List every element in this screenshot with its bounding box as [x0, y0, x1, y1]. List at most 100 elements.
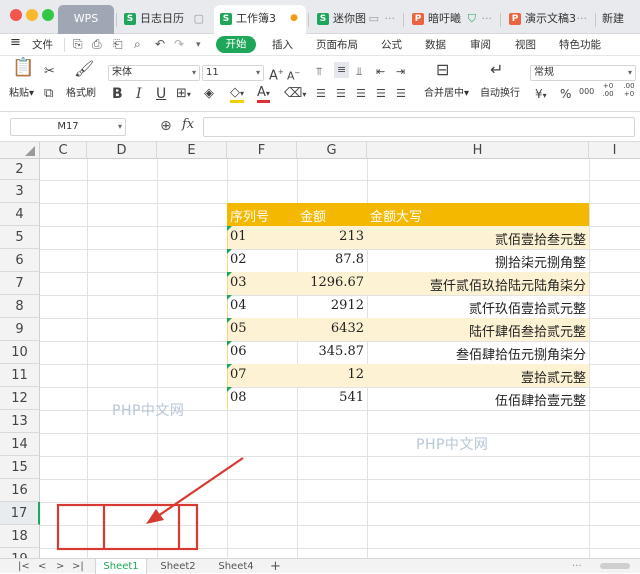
sheet-tab-sheet1[interactable]: Sheet1 [95, 559, 147, 574]
shrink-font-icon[interactable]: A− [287, 65, 300, 85]
menu-formulas[interactable]: 公式 [381, 37, 402, 53]
print-icon[interactable]: ⎗ [113, 36, 123, 52]
paste-button[interactable]: 粘贴▾ [9, 87, 34, 101]
number-format-select[interactable]: 常规 ▾ [530, 65, 636, 81]
font-color-icon[interactable]: A▾ [257, 86, 270, 103]
menu-bar: ≡ 文件 ⎘ ⎙ ⎗ ⌕ ↶ ↷ ▾ 开始 插入 页面布局 公式 数据 审阅 视… [0, 34, 640, 56]
font-name-select[interactable]: 宋体 ▾ [108, 65, 200, 81]
minimize-window-button[interactable] [26, 9, 38, 21]
menu-view[interactable]: 视图 [515, 37, 536, 53]
hamburger-menu-icon[interactable]: ≡ [10, 35, 21, 51]
cut-icon[interactable]: ✂ [44, 64, 55, 80]
wrap-text-icon[interactable]: ↵ [490, 62, 503, 78]
print-preview-icon[interactable]: ⌕ [134, 36, 141, 52]
justify-icon[interactable]: ☰ [376, 86, 386, 102]
menu-start[interactable]: 开始 [216, 36, 256, 53]
menu-file[interactable]: 文件 [32, 37, 53, 53]
menu-special[interactable]: 特色功能 [559, 37, 601, 53]
copy-icon[interactable]: ⧉ [44, 86, 53, 102]
ribbon-toolbar: 📋 粘贴▾ ✂ ⧉ 🖌 格式刷 宋体 ▾ 11 ▾ A+ A− B I U ⊞▾ ◈… [0, 56, 640, 112]
tab-label: 演示文稿3 [525, 12, 576, 25]
grow-font-icon[interactable]: A+ [269, 64, 284, 84]
tab-label: 新建 [602, 12, 624, 25]
tab-presentation3[interactable]: P 演示文稿3 ··· [503, 5, 593, 34]
percent-button[interactable]: % [560, 86, 571, 102]
annotation-arrow-shaft [157, 457, 244, 517]
decrease-decimal-button[interactable]: .00 +0 [622, 82, 636, 98]
tab-label: 迷你图 [333, 12, 366, 25]
tab-label: WPS [73, 12, 99, 25]
currency-button[interactable]: ¥▾ [535, 86, 547, 104]
paste-icon[interactable]: 📋 [12, 59, 34, 77]
increase-decimal-button[interactable]: +0 .00 [601, 82, 615, 98]
export-pdf-icon[interactable]: ⎙ [92, 36, 102, 52]
tab-workbook3[interactable]: S 工作簿3 ● [214, 5, 306, 34]
sheet-next-button[interactable]: > [56, 559, 64, 574]
underline-button[interactable]: U [156, 86, 166, 102]
function-icon[interactable]: fx [182, 117, 194, 132]
sheet-tab-sheet2[interactable]: Sheet2 [152, 559, 204, 574]
fill-color-icon[interactable]: ◇▾ [230, 86, 245, 103]
worksheet-grid: C D E F G H I 2 3 4 5 6 7 8 9 10 11 12 1… [0, 142, 640, 558]
spreadsheet-icon: S [124, 13, 136, 25]
menu-insert[interactable]: 插入 [272, 37, 293, 53]
redo-icon[interactable]: ↷ [174, 36, 184, 52]
sheet-more-icon[interactable]: ··· [572, 559, 582, 574]
tab-label: 暗吁曦 [428, 12, 461, 25]
monitor-icon: ▭ [368, 12, 379, 25]
more-icon[interactable]: ··· [482, 5, 493, 32]
clear-format-icon[interactable]: ⌫▾ [284, 86, 306, 103]
add-sheet-button[interactable]: + [270, 559, 281, 574]
horizontal-scrollbar[interactable] [600, 563, 630, 569]
tab-presentation-a[interactable]: P 暗吁曦 ⛉ ··· [406, 5, 498, 34]
format-painter-icon[interactable]: 🖌 [74, 61, 94, 77]
align-bottom-icon[interactable]: ⫫ [356, 64, 362, 80]
menu-data[interactable]: 数据 [425, 37, 446, 53]
align-center-icon[interactable]: ☰ [336, 86, 346, 102]
more-icon[interactable]: ··· [577, 5, 588, 32]
unsaved-dot-icon: ● [290, 13, 298, 23]
format-painter-button[interactable]: 格式刷 [66, 87, 96, 101]
merge-center-button[interactable]: 合并居中▾ [424, 87, 469, 101]
sheet-prev-button[interactable]: < [38, 559, 46, 574]
align-middle-icon[interactable]: ≡ [334, 62, 350, 78]
align-right-icon[interactable]: ☰ [356, 86, 366, 102]
save-icon[interactable]: ⎘ [73, 36, 83, 52]
wrap-text-button[interactable]: 自动换行 [480, 87, 520, 101]
align-left-icon[interactable]: ☰ [316, 86, 326, 102]
close-window-button[interactable] [10, 9, 22, 21]
zoom-icon[interactable]: ⊕ [160, 118, 172, 134]
spreadsheet-icon: S [317, 13, 329, 25]
merge-cells-icon[interactable]: ⊟ [436, 62, 449, 78]
tab-wps[interactable]: WPS [58, 5, 114, 34]
distributed-icon[interactable]: ☰ [396, 86, 406, 102]
formula-input[interactable] [203, 117, 635, 137]
align-top-icon[interactable]: ⫪ [316, 64, 322, 80]
new-tab-button[interactable]: 新建 [598, 5, 640, 34]
annotation-arrow-head [146, 509, 164, 524]
sheet-tab-sheet4[interactable]: Sheet4 [210, 559, 262, 574]
font-size-select[interactable]: 11 ▾ [202, 65, 264, 81]
borders-icon[interactable]: ⊞▾ [176, 86, 191, 103]
window-tab-bar: WPS S 日志日历 ▢ S 工作簿3 ● S 迷你图 ▭ ··· P 暗吁曦 … [0, 0, 640, 34]
shield-icon: ⛉ [467, 12, 476, 25]
cell-fill-icon[interactable]: ◈ [204, 86, 214, 102]
bold-button[interactable]: B [112, 86, 123, 102]
name-box[interactable]: M17 ▾ [10, 118, 126, 136]
tab-log-calendar[interactable]: S 日志日历 ▢ [118, 5, 206, 34]
italic-button[interactable]: I [136, 86, 142, 102]
menu-review[interactable]: 审阅 [470, 37, 491, 53]
sheet-first-button[interactable]: |< [18, 559, 30, 574]
tab-close-icon[interactable]: ▢ [194, 5, 204, 32]
sheet-last-button[interactable]: >| [72, 559, 84, 574]
thousands-separator-button[interactable]: 000 [579, 84, 594, 100]
quick-access-dropdown-icon[interactable]: ▾ [196, 37, 201, 53]
indent-decrease-icon[interactable]: ⇤ [376, 64, 385, 80]
indent-increase-icon[interactable]: ⇥ [396, 64, 405, 80]
tab-sparkline[interactable]: S 迷你图 ▭ ··· [311, 5, 401, 34]
menu-page-layout[interactable]: 页面布局 [316, 37, 358, 53]
undo-icon[interactable]: ↶ [155, 36, 165, 52]
zoom-window-button[interactable] [42, 9, 54, 21]
annotation-overlay [56, 457, 244, 551]
more-icon[interactable]: ··· [385, 5, 396, 32]
